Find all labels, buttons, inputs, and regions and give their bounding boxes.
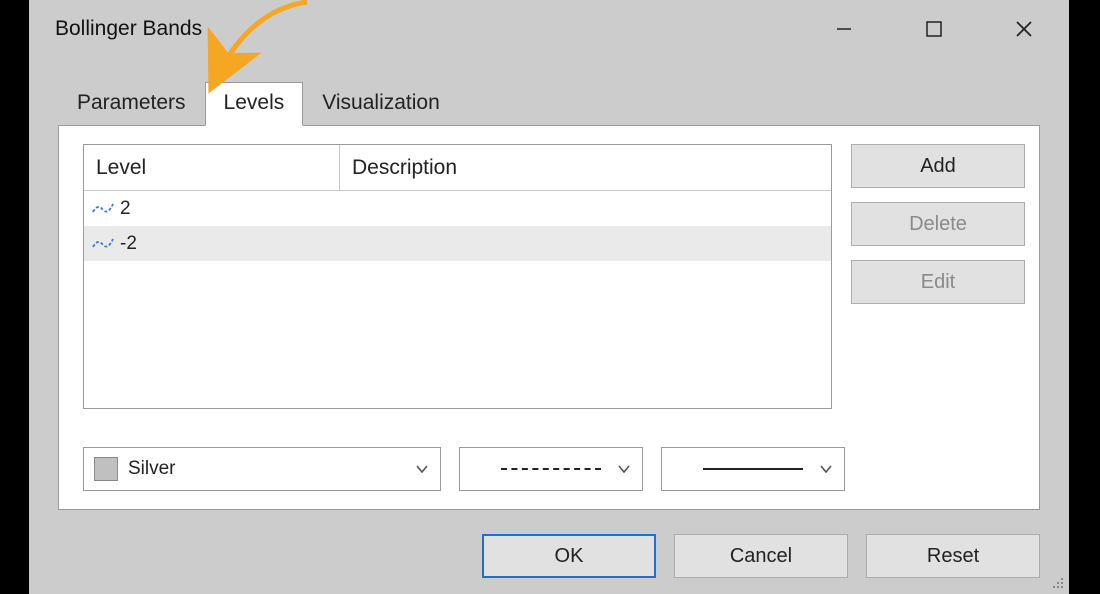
resize-grip[interactable] [1049,574,1067,592]
table-row[interactable]: 2 [84,191,831,226]
close-button[interactable] [979,0,1069,58]
column-header-level[interactable]: Level [84,145,340,190]
table-row[interactable]: -2 [84,226,831,261]
minimize-button[interactable] [799,0,889,58]
chevron-down-icon [616,461,632,477]
reset-button[interactable]: Reset [866,534,1040,578]
dialog-window: Bollinger Bands Parameters Levels Visual… [29,0,1069,594]
add-button[interactable]: Add [851,144,1025,188]
level-value: -2 [120,233,137,255]
line-style-controls: Silver [83,447,845,491]
window-title: Bollinger Bands [55,17,202,41]
footer-buttons: OK Cancel Reset [482,534,1040,578]
ok-button[interactable]: OK [482,534,656,578]
tab-strip: Parameters Levels Visualization [58,80,459,126]
column-header-description[interactable]: Description [340,145,831,190]
cancel-button[interactable]: Cancel [674,534,848,578]
minimize-icon [834,19,854,39]
title-bar[interactable]: Bollinger Bands [29,0,1069,58]
color-swatch [94,457,118,481]
line-style-select[interactable] [459,447,643,491]
tab-levels[interactable]: Levels [205,82,304,126]
edit-button[interactable]: Edit [851,260,1025,304]
tab-content-levels: Level Description 2 [58,125,1040,510]
window-controls [799,0,1069,58]
maximize-button[interactable] [889,0,979,58]
maximize-icon [925,20,943,38]
level-line-icon [92,236,112,252]
table-header: Level Description [84,145,831,191]
level-line-icon [92,201,112,217]
tab-visualization[interactable]: Visualization [303,82,459,126]
delete-button[interactable]: Delete [851,202,1025,246]
table-body: 2 -2 [84,191,831,261]
side-buttons: Add Delete Edit [851,144,1025,304]
chevron-down-icon [818,461,834,477]
dashed-line-preview [501,468,601,470]
levels-table[interactable]: Level Description 2 [83,144,832,409]
chevron-down-icon [414,461,430,477]
tab-parameters[interactable]: Parameters [58,82,205,126]
level-value: 2 [120,198,131,220]
solid-line-preview [703,468,803,470]
color-select[interactable]: Silver [83,447,441,491]
line-width-select[interactable] [661,447,845,491]
close-icon [1014,19,1034,39]
color-name: Silver [128,458,176,480]
